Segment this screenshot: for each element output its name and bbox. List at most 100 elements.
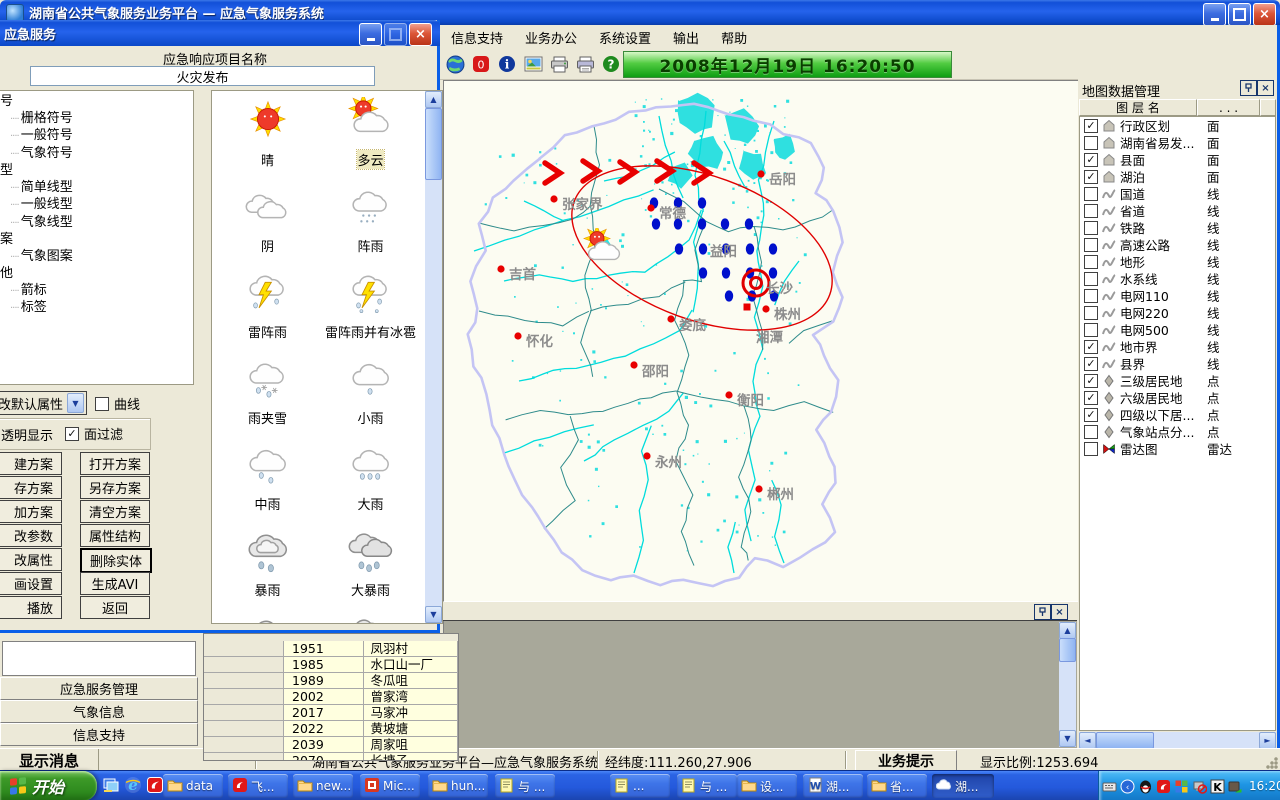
- tree-item-0[interactable]: 号: [0, 94, 193, 111]
- symbols-scrollbar[interactable]: ▲ ▼: [425, 91, 442, 623]
- fetion-zero-icon[interactable]: 0: [470, 53, 492, 75]
- layer-checkbox[interactable]: [1084, 221, 1098, 235]
- table-row[interactable]: 1989冬瓜咀: [204, 673, 458, 689]
- tree-item-9[interactable]: 气象图案: [0, 249, 193, 267]
- dock-close-icon[interactable]: ×: [1051, 604, 1068, 620]
- taskbar-task-11[interactable]: 湖...: [932, 774, 994, 798]
- add-plan-button[interactable]: 加方案: [0, 500, 62, 523]
- disk-icon[interactable]: [1228, 779, 1243, 794]
- attr-structure-button[interactable]: 属性结构: [80, 524, 150, 547]
- network-off-icon[interactable]: [1192, 779, 1207, 794]
- taskbar-task-7[interactable]: 与 ...: [677, 774, 737, 798]
- table-row[interactable]: 2039周家咀: [204, 737, 458, 753]
- layer-row-2[interactable]: ✓县面面: [1080, 151, 1275, 168]
- layer-checkbox[interactable]: [1084, 136, 1098, 150]
- kaspersky-icon[interactable]: K: [1210, 779, 1225, 794]
- tree-item-11[interactable]: 箭标: [0, 283, 193, 301]
- globe-icon[interactable]: [444, 53, 466, 75]
- map-canvas[interactable]: 岳阳张家界常德益阳长沙吉首怀化娄底株州湘潭邵阳衡阳永州郴州: [443, 80, 1079, 602]
- layers-col-stub[interactable]: [1260, 99, 1276, 116]
- weather-symbol-大雨[interactable]: 大雨: [319, 441, 422, 527]
- layer-row-9[interactable]: 水系线线: [1080, 270, 1275, 287]
- keyboard-icon[interactable]: [1102, 779, 1117, 794]
- layer-checkbox[interactable]: ✓: [1084, 119, 1098, 133]
- layer-checkbox[interactable]: ✓: [1084, 374, 1098, 388]
- layers-pin-icon[interactable]: [1240, 80, 1257, 96]
- layer-row-11[interactable]: 电网220线: [1080, 304, 1275, 321]
- taskbar-task-6[interactable]: ...: [610, 774, 670, 798]
- taskbar-task-0[interactable]: data: [163, 774, 223, 798]
- layer-checkbox[interactable]: [1084, 425, 1098, 439]
- start-button[interactable]: 开始: [0, 771, 97, 800]
- face-filter-checkbox[interactable]: ✓ 面过滤: [65, 424, 123, 443]
- weather-symbol-中雨[interactable]: 中雨: [216, 441, 319, 527]
- layer-row-6[interactable]: 铁路线: [1080, 219, 1275, 236]
- layer-checkbox[interactable]: ✓: [1084, 391, 1098, 405]
- layer-row-1[interactable]: 湖南省易发...面: [1080, 134, 1275, 151]
- menu-item-0[interactable]: 信息支持: [440, 25, 514, 50]
- layer-checkbox[interactable]: [1084, 255, 1098, 269]
- dock-pin-icon[interactable]: [1034, 604, 1051, 620]
- layer-checkbox[interactable]: [1084, 238, 1098, 252]
- business-tip-button[interactable]: 业务提示: [855, 750, 957, 771]
- layer-checkbox[interactable]: ✓: [1084, 357, 1098, 371]
- fetion-icon[interactable]: [146, 776, 164, 794]
- open-plan-button[interactable]: 打开方案: [80, 452, 150, 475]
- weather-symbol-partial-12[interactable]: [216, 613, 319, 624]
- layer-row-17[interactable]: ✓四级以下居...点: [1080, 406, 1275, 423]
- table-row[interactable]: 2002曾家湾: [204, 689, 458, 705]
- table-row[interactable]: 2017马家冲: [204, 705, 458, 721]
- default-attr-dropdown[interactable]: 改默认属性 ▼: [0, 391, 87, 415]
- help-icon[interactable]: ?: [600, 53, 622, 75]
- minimize-button[interactable]: [1203, 3, 1226, 26]
- close-button[interactable]: ×: [1253, 3, 1276, 26]
- layer-row-4[interactable]: 国道线: [1080, 185, 1275, 202]
- save-as-plan-button[interactable]: 另存方案: [80, 476, 150, 499]
- layer-row-16[interactable]: ✓六级居民地点: [1080, 389, 1275, 406]
- taskbar-task-3[interactable]: Mic...: [360, 774, 420, 798]
- printer-icon[interactable]: [548, 53, 570, 75]
- tree-item-8[interactable]: 案: [0, 232, 193, 249]
- tree-item-6[interactable]: 一般线型: [0, 197, 193, 215]
- modify-params-button[interactable]: 改参数: [0, 524, 62, 547]
- dialog-minimize-button[interactable]: [359, 23, 382, 46]
- taskbar-task-4[interactable]: hun...: [428, 774, 488, 798]
- create-plan-button[interactable]: 建方案: [0, 452, 62, 475]
- layer-checkbox[interactable]: [1084, 442, 1098, 456]
- updates-icon[interactable]: [1174, 779, 1189, 794]
- layer-checkbox[interactable]: ✓: [1084, 153, 1098, 167]
- weather-symbol-暴雨[interactable]: 暴雨: [216, 527, 319, 613]
- layer-checkbox[interactable]: [1084, 289, 1098, 303]
- project-name-input[interactable]: [30, 66, 375, 86]
- layer-checkbox[interactable]: [1084, 306, 1098, 320]
- layer-row-7[interactable]: 高速公路线: [1080, 236, 1275, 253]
- layers-col-name[interactable]: 图 层 名: [1079, 99, 1197, 116]
- lang-icon[interactable]: ‹: [1120, 779, 1135, 794]
- layer-checkbox[interactable]: [1084, 204, 1098, 218]
- weather-info-button[interactable]: 气象信息: [0, 700, 198, 723]
- restore-button[interactable]: [1228, 3, 1251, 26]
- menu-item-1[interactable]: 业务办公: [514, 25, 588, 50]
- fetion-tray-icon[interactable]: [1156, 779, 1171, 794]
- layer-row-10[interactable]: 电网110线: [1080, 287, 1275, 304]
- weather-symbol-雷阵雨[interactable]: 雷阵雨: [216, 269, 319, 355]
- delete-entity-button[interactable]: 删除实体: [80, 548, 152, 573]
- layer-checkbox[interactable]: [1084, 272, 1098, 286]
- tree-item-3[interactable]: 气象符号: [0, 146, 193, 164]
- tree-item-5[interactable]: 简单线型: [0, 180, 193, 198]
- tree-item-10[interactable]: 他: [0, 266, 193, 283]
- clear-plan-button[interactable]: 清空方案: [80, 500, 150, 523]
- modify-attrs-button[interactable]: 改属性: [0, 548, 62, 571]
- taskbar-task-1[interactable]: 飞...: [228, 774, 288, 798]
- taskbar-task-10[interactable]: 省...: [867, 774, 927, 798]
- weather-symbol-雷阵雨并有冰雹[interactable]: 雷阵雨并有冰雹: [319, 269, 422, 355]
- layers-col-dots[interactable]: . . .: [1197, 99, 1260, 116]
- tree-item-4[interactable]: 型: [0, 163, 193, 180]
- layer-checkbox[interactable]: ✓: [1084, 408, 1098, 422]
- layer-checkbox[interactable]: ✓: [1084, 170, 1098, 184]
- dock-scrollbar[interactable]: ▲ ▼: [1059, 622, 1076, 747]
- taskbar-task-5[interactable]: 与 ...: [495, 774, 555, 798]
- layers-hscrollbar[interactable]: ◄ ►: [1079, 732, 1276, 748]
- resize-grip[interactable]: [1266, 757, 1278, 769]
- weather-symbol-多云[interactable]: 多云: [319, 97, 422, 183]
